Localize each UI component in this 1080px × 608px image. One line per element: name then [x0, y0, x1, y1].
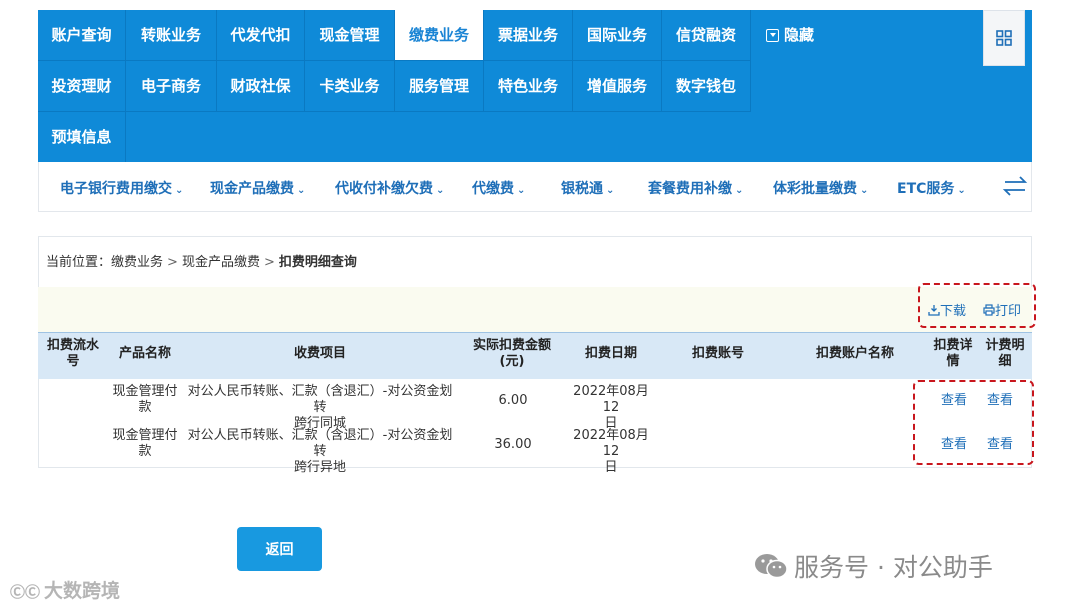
subnav-label: 代收付补缴欠费 [335, 181, 433, 197]
breadcrumb-prefix: 当前位置： [46, 255, 112, 270]
chevron-down-icon: ⌄ [517, 185, 526, 196]
watermark-text: 服务号 · 对公助手 [794, 553, 993, 582]
nav-item-international[interactable]: 国际业务 [573, 10, 662, 61]
breadcrumb-separator: > [167, 255, 178, 270]
hide-label: 隐藏 [784, 26, 815, 44]
chevron-down-icon: ⌄ [860, 185, 869, 196]
download-icon [928, 305, 940, 316]
subnav-item-ebank-fee[interactable]: 电子银行费用缴交 ⌄ [60, 178, 183, 198]
view-detail-link[interactable]: 查看 [934, 437, 974, 453]
nav-item-ecommerce[interactable]: 电子商务 [126, 61, 217, 112]
grid-icon [996, 30, 1012, 46]
nav-item-transfer[interactable]: 转账业务 [126, 10, 217, 61]
subnav-label: 电子银行费用缴交 [60, 181, 172, 197]
download-label: 下载 [940, 304, 967, 319]
col-header-detail: 扣费详情 [933, 338, 973, 369]
chevron-down-icon: ⌄ [175, 185, 184, 196]
brand-logo-icon: ⒸⒸ [10, 583, 41, 601]
subnav-label: ETC服务 [897, 181, 955, 197]
view-calc-link[interactable]: 查看 [980, 437, 1020, 453]
nav-item-account-query[interactable]: 账户查询 [38, 10, 126, 61]
cell-date: 2022年08月12 日 [573, 384, 649, 431]
subnav-label: 体彩批量缴费 [773, 181, 857, 197]
cell-product: 现金管理付款 [112, 384, 178, 415]
cell-product: 现金管理付款 [112, 428, 178, 459]
nav-item-investment[interactable]: 投资理财 [38, 61, 126, 112]
breadcrumb-item[interactable]: 现金产品缴费 [182, 255, 260, 270]
grid-menu-button[interactable] [983, 10, 1025, 66]
print-button[interactable]: 打印 [983, 300, 1021, 319]
breadcrumb-separator: > [263, 255, 275, 270]
nav-item-cash-management[interactable]: 现金管理 [305, 10, 395, 61]
nav-item-digital-wallet[interactable]: 数字钱包 [662, 61, 751, 112]
cell-item: 对公人民币转账、汇款（含退汇）-对公资金划转 跨行同城 [187, 384, 453, 431]
nav-item-payroll[interactable]: 代发代扣 [217, 10, 305, 61]
main-nav: 账户查询 转账业务 代发代扣 现金管理 缴费业务 票据业务 国际业务 信贷融资 … [38, 10, 1032, 163]
breadcrumb-item[interactable]: 缴费业务 [111, 255, 163, 270]
breadcrumb: 当前位置：缴费业务 > 现金产品缴费 > 扣费明细查询 [46, 251, 357, 270]
col-header-amount: 实际扣费金额 (元) [472, 338, 551, 369]
nav-item-fiscal[interactable]: 财政社保 [217, 61, 305, 112]
col-header-serial: 扣费流水号 [46, 338, 99, 369]
subnav-label: 套餐费用补缴 [648, 181, 732, 197]
chevron-down-icon: ⌄ [436, 185, 445, 196]
col-header-date: 扣费日期 [584, 346, 637, 361]
sub-nav: 电子银行费用缴交 ⌄ 现金产品缴费 ⌄ 代收付补缴欠费 ⌄ 代缴费 ⌄ 银税通 ⌄ 套餐费… [38, 162, 1032, 212]
nav-item-cards[interactable]: 卡类业务 [305, 61, 395, 112]
chevron-down-icon: ⌄ [297, 185, 306, 196]
hide-nav-toggle[interactable]: 隐藏 [766, 10, 814, 61]
subnav-item-bank-tax[interactable]: 银税通 ⌄ [561, 178, 614, 198]
nav-item-service-management[interactable]: 服务管理 [395, 61, 484, 112]
printer-icon [983, 304, 995, 316]
cell-date: 2022年08月12 日 [573, 428, 649, 475]
print-label: 打印 [995, 304, 1022, 319]
view-calc-link[interactable]: 查看 [980, 393, 1020, 409]
col-header-calc: 计费明细 [985, 338, 1025, 369]
swap-arrows-icon[interactable] [1001, 174, 1029, 202]
download-button[interactable]: 下载 [928, 300, 966, 319]
subnav-item-lottery[interactable]: 体彩批量缴费 ⌄ [773, 178, 868, 198]
col-header-account: 扣费账号 [691, 346, 744, 361]
table-toolbar [38, 287, 1032, 332]
nav-item-payment[interactable]: 缴费业务 [395, 10, 484, 61]
subnav-item-cash-product-fee[interactable]: 现金产品缴费 ⌄ [210, 178, 305, 198]
subnav-label: 现金产品缴费 [210, 181, 294, 197]
col-header-item: 收费项目 [293, 346, 346, 361]
cell-item: 对公人民币转账、汇款（含退汇）-对公资金划转 跨行异地 [187, 428, 453, 475]
watermark-text: 大数跨境 [44, 580, 121, 602]
watermark-right: 服务号 · 对公助手 [754, 548, 993, 584]
nav-item-credit[interactable]: 信贷融资 [662, 10, 751, 61]
col-header-account-name: 扣费账户名称 [815, 346, 894, 361]
subnav-item-arrears[interactable]: 代收付补缴欠费 ⌄ [335, 178, 444, 198]
watermark-left: ⒸⒸ 大数跨境 [10, 576, 120, 603]
back-button[interactable]: 返回 [237, 527, 322, 571]
collapse-icon [766, 29, 779, 42]
subnav-item-package-fee[interactable]: 套餐费用补缴 ⌄ [648, 178, 743, 198]
cell-amount: 36.00 [494, 437, 532, 452]
subnav-item-etc[interactable]: ETC服务 ⌄ [897, 178, 966, 198]
nav-item-featured[interactable]: 特色业务 [484, 61, 573, 112]
subnav-label: 银税通 [561, 181, 603, 197]
col-header-product: 产品名称 [118, 346, 171, 361]
chevron-down-icon: ⌄ [606, 185, 615, 196]
view-detail-link[interactable]: 查看 [934, 393, 974, 409]
subnav-label: 代缴费 [472, 181, 514, 197]
chevron-down-icon: ⌄ [957, 185, 966, 196]
nav-item-prefill[interactable]: 预填信息 [38, 112, 126, 163]
wechat-icon [755, 554, 788, 579]
nav-item-bills[interactable]: 票据业务 [484, 10, 573, 61]
chevron-down-icon: ⌄ [735, 185, 744, 196]
breadcrumb-current: 扣费明细查询 [278, 255, 357, 270]
cell-amount: 6.00 [498, 393, 528, 408]
nav-item-value-added[interactable]: 增值服务 [573, 61, 662, 112]
subnav-item-agent-pay[interactable]: 代缴费 ⌄ [472, 178, 525, 198]
